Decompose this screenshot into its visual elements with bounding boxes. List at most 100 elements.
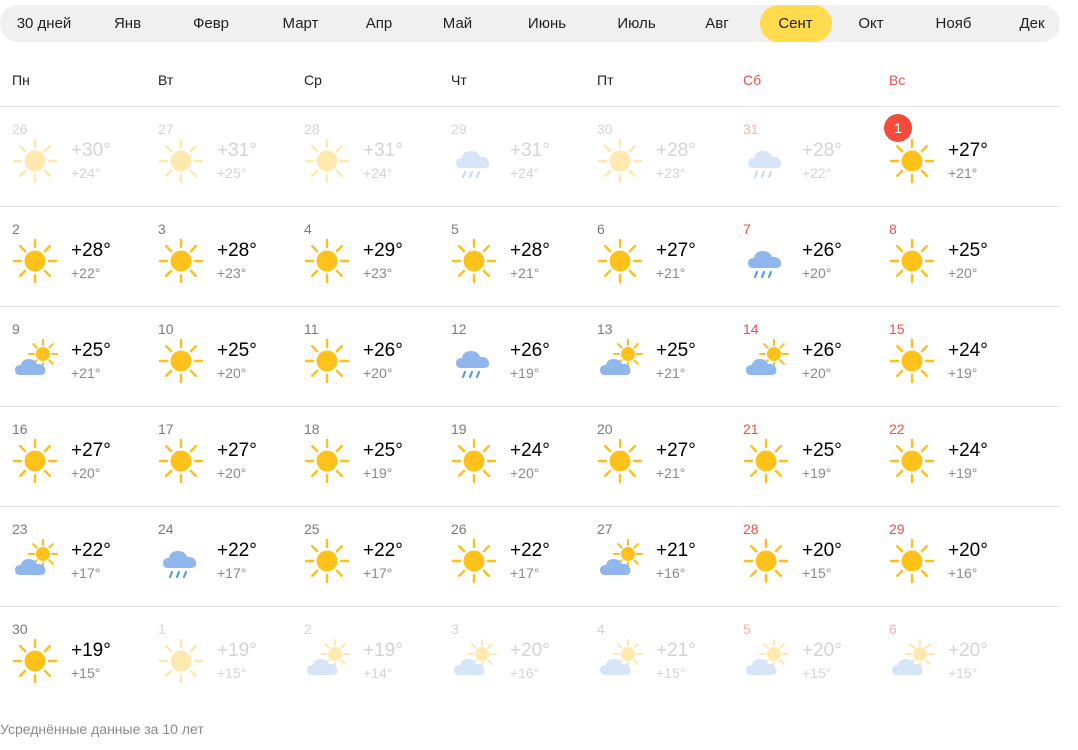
day-cell[interactable]: 5 +28° +21° (439, 207, 585, 307)
day-cell[interactable]: 6 +20° +15° (877, 607, 1023, 707)
day-number: 15 (889, 321, 905, 337)
day-cell[interactable]: 28 +31° +24° (292, 107, 438, 207)
day-cell[interactable]: 3 +20° +16° (439, 607, 585, 707)
night-temperature: +21° (656, 265, 686, 281)
day-cell[interactable]: 14 +26° +20° (731, 307, 877, 407)
tab-month-8[interactable]: Авг (682, 5, 752, 42)
day-cell[interactable]: 29 +20° +16° (877, 507, 1023, 607)
day-cell[interactable]: 10 +25° +20° (146, 307, 292, 407)
tab-month-12[interactable]: Дек (1004, 5, 1060, 42)
day-number: 6 (889, 621, 897, 637)
day-cell[interactable]: 7 +26° +20° (731, 207, 877, 307)
day-cell[interactable]: 8 +25° +20° (877, 207, 1023, 307)
month-tabs: 30 дней Янв Февр Март Апр Май Июнь Июль Авг Сент О… (0, 5, 1060, 42)
week-row: 2 +28° +22° 3 +28° +23° 4 +29° +23° 5 +28° +21° 6 +27… (0, 206, 1060, 306)
day-cell[interactable]: 31 +28° +22° (731, 107, 877, 207)
night-temperature: +23° (656, 165, 686, 181)
partly-cloudy-icon (743, 638, 789, 684)
day-temperature: +31° (217, 140, 257, 161)
tab-month-3[interactable]: Март (263, 5, 339, 42)
night-temperature: +20° (217, 365, 247, 381)
week-row: 23 +22° +17° 24 +22° +17° 25 +22° +17° 26 +22° +1… (0, 506, 1060, 606)
day-cell[interactable]: 25 +22° +17° (292, 507, 438, 607)
day-temperature: +19° (363, 640, 403, 661)
day-temperature: +21° (656, 540, 696, 561)
day-number: 4 (304, 221, 312, 237)
night-temperature: +19° (363, 465, 393, 481)
tab-month-10[interactable]: Окт (839, 5, 903, 42)
night-temperature: +19° (510, 365, 540, 381)
day-number: 19 (451, 421, 467, 437)
day-temperature: +25° (802, 440, 842, 461)
day-temperature: +27° (217, 440, 257, 461)
day-cell[interactable]: 20 +27° +21° (585, 407, 731, 507)
day-number: 3 (451, 621, 459, 637)
tab-month-11[interactable]: Нояб (911, 5, 997, 42)
partly-cloudy-icon (304, 638, 350, 684)
day-cell[interactable]: 22 +24° +19° (877, 407, 1023, 507)
sun-icon (889, 538, 935, 584)
day-temperature: +31° (363, 140, 403, 161)
day-cell[interactable]: 13 +25° +21° (585, 307, 731, 407)
sun-icon (597, 438, 643, 484)
day-cell[interactable]: 16 +27° +20° (0, 407, 146, 507)
day-temperature: +26° (510, 340, 550, 361)
day-cell[interactable]: 1 +19° +15° (146, 607, 292, 707)
day-cell[interactable]: 2 +19° +14° (292, 607, 438, 707)
day-temperature: +20° (802, 640, 842, 661)
day-number: 11 (304, 321, 319, 337)
day-cell[interactable]: 19 +24° +20° (439, 407, 585, 507)
day-cell[interactable]: 28 +20° +15° (731, 507, 877, 607)
sun-icon (12, 438, 58, 484)
day-number: 26 (451, 521, 467, 537)
night-temperature: +21° (656, 365, 686, 381)
night-temperature: +22° (802, 165, 832, 181)
day-cell[interactable]: 21 +25° +19° (731, 407, 877, 507)
day-cell[interactable]: 30 +19° +15° (0, 607, 146, 707)
day-cell[interactable]: 18 +25° +19° (292, 407, 438, 507)
day-cell[interactable]: 2 +28° +22° (0, 207, 146, 307)
tab-month-5[interactable]: Май (420, 5, 496, 42)
tab-month-4[interactable]: Апр (346, 5, 412, 42)
night-temperature: +15° (656, 665, 686, 681)
day-cell[interactable]: 9 +25° +21° (0, 307, 146, 407)
day-cell[interactable]: 15 +24° +19° (877, 307, 1023, 407)
day-cell[interactable]: 3 +28° +23° (146, 207, 292, 307)
day-number: 16 (12, 421, 28, 437)
weekday-header: Пн Вт Ср Чт Пт Сб Вс (0, 72, 1060, 92)
day-cell[interactable]: 17 +27° +20° (146, 407, 292, 507)
sun-icon (597, 138, 643, 184)
day-cell[interactable]: 5 +20° +15° (731, 607, 877, 707)
rain-cloud-icon (743, 238, 789, 284)
tab-month-0[interactable]: 30 дней (0, 5, 88, 42)
tab-month-9[interactable]: Сент (759, 5, 832, 42)
day-cell[interactable]: 4 +29° +23° (292, 207, 438, 307)
day-cell[interactable]: 11 +26° +20° (292, 307, 438, 407)
sun-icon (889, 338, 935, 384)
rain-cloud-icon (158, 538, 204, 584)
day-temperature: +19° (217, 640, 257, 661)
day-cell[interactable]: 23 +22° +17° (0, 507, 146, 607)
day-cell[interactable]: 27 +31° +25° (146, 107, 292, 207)
tab-month-2[interactable]: Февр (167, 5, 255, 42)
day-cell[interactable]: 30 +28° +23° (585, 107, 731, 207)
weekday-label: Сб (743, 72, 762, 88)
day-cell[interactable]: 27 +21° +16° (585, 507, 731, 607)
day-number: 6 (597, 221, 605, 237)
day-cell[interactable]: 4 +21° +15° (585, 607, 731, 707)
day-cell[interactable]: 29 +31° +24° (439, 107, 585, 207)
tab-month-7[interactable]: Июль (599, 5, 675, 42)
day-temperature: +28° (802, 140, 842, 161)
day-cell[interactable]: 24 +22° +17° (146, 507, 292, 607)
tab-month-6[interactable]: Июнь (503, 5, 591, 42)
day-cell[interactable]: 6 +27° +21° (585, 207, 731, 307)
day-temperature: +28° (71, 240, 111, 261)
day-cell[interactable]: 26 +22° +17° (439, 507, 585, 607)
weekday-label: Пн (12, 72, 30, 88)
tab-month-1[interactable]: Янв (96, 5, 160, 42)
day-temperature: +30° (71, 140, 111, 161)
day-cell[interactable]: 12 +26° +19° (439, 307, 585, 407)
day-cell[interactable]: 1 +27° +21° (877, 107, 1023, 207)
day-number: 20 (597, 421, 613, 437)
day-cell[interactable]: 26 +30° +24° (0, 107, 146, 207)
